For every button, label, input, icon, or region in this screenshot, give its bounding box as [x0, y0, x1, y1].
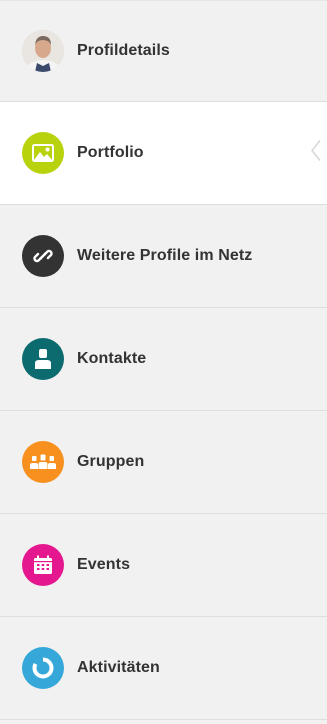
menu-item-weitere-profile[interactable]: Weitere Profile im Netz	[0, 205, 327, 308]
menu-item-label: Kontakte	[77, 350, 147, 367]
avatar	[22, 30, 64, 72]
menu-item-label: Events	[77, 556, 131, 573]
contact-person-icon	[22, 338, 64, 380]
menu-item-kontakte[interactable]: Kontakte	[0, 308, 327, 411]
menu-item-profildetails[interactable]: Profildetails	[0, 1, 327, 102]
menu-item-label: Weitere Profile im Netz	[77, 247, 253, 264]
image-icon	[22, 132, 64, 174]
calendar-icon	[22, 544, 64, 586]
menu-item-gruppen[interactable]: Gruppen	[0, 411, 327, 514]
activity-ring-icon	[22, 647, 64, 689]
menu-item-label: Aktivitäten	[77, 659, 160, 676]
profile-navigation-menu: Profildetails Portfolio Weitere Profile …	[0, 0, 327, 724]
menu-item-aktivitaeten[interactable]: Aktivitäten	[0, 617, 327, 720]
chevron-left-icon	[311, 140, 321, 167]
link-icon	[22, 235, 64, 277]
group-icon	[22, 441, 64, 483]
menu-item-label: Profildetails	[77, 42, 170, 59]
menu-item-events[interactable]: Events	[0, 514, 327, 617]
menu-item-label: Gruppen	[77, 453, 145, 470]
menu-item-label: Portfolio	[77, 144, 144, 161]
menu-item-portfolio[interactable]: Portfolio	[0, 102, 327, 205]
